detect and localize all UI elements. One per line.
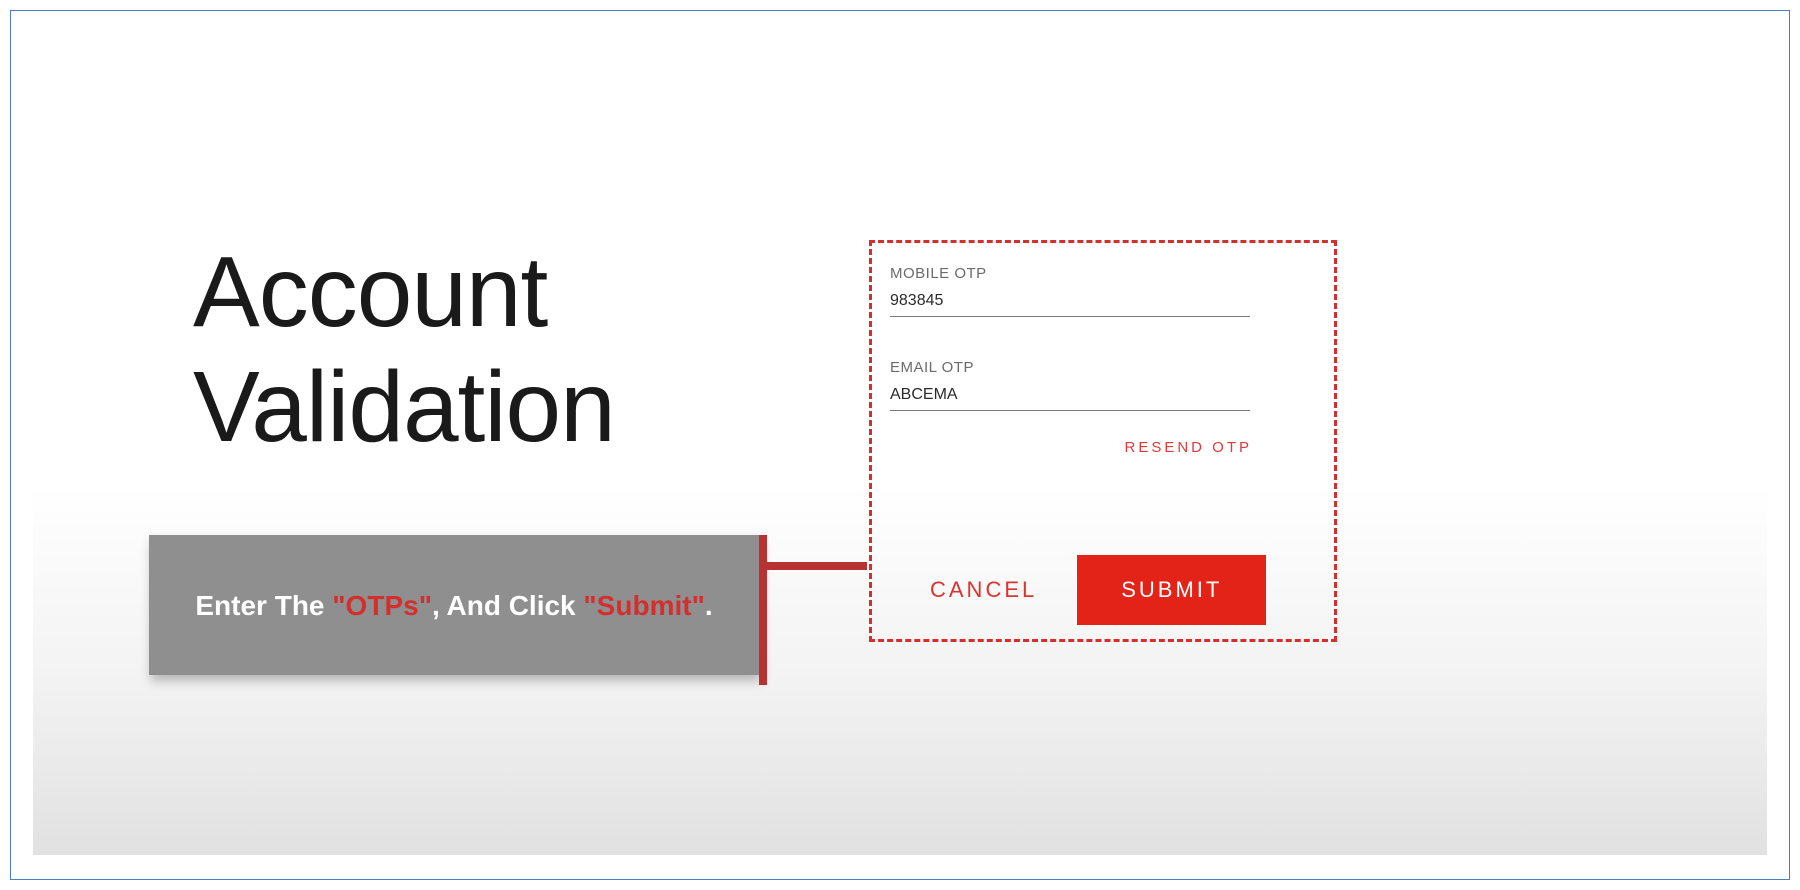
- mobile-otp-field: MOBILE OTP: [890, 265, 1316, 317]
- instruction-text: Enter The "OTPs", And Click "Submit".: [195, 588, 712, 623]
- instruction-pre: Enter The: [195, 590, 332, 621]
- stage: AccountValidation Enter The "OTPs", And …: [33, 35, 1767, 855]
- button-row: CANCEL SUBMIT: [890, 555, 1316, 625]
- instruction-highlight-otps: "OTPs": [332, 590, 432, 621]
- mobile-otp-label: MOBILE OTP: [890, 265, 1316, 282]
- mobile-otp-input[interactable]: [890, 288, 1250, 317]
- otp-panel: MOBILE OTP EMAIL OTP RESEND OTP CANCEL S…: [869, 240, 1337, 642]
- email-otp-input[interactable]: [890, 382, 1250, 411]
- outer-frame: AccountValidation Enter The "OTPs", And …: [10, 10, 1790, 880]
- page-title: AccountValidation: [193, 235, 615, 465]
- email-otp-field: EMAIL OTP: [890, 359, 1316, 411]
- callout-connector-vertical: [759, 535, 767, 685]
- resend-row: RESEND OTP: [890, 439, 1252, 457]
- resend-otp-link[interactable]: RESEND OTP: [1124, 439, 1252, 456]
- cancel-button[interactable]: CANCEL: [930, 577, 1037, 603]
- submit-button[interactable]: SUBMIT: [1077, 555, 1266, 625]
- instruction-callout: Enter The "OTPs", And Click "Submit".: [149, 535, 759, 675]
- instruction-mid: , And Click: [432, 590, 583, 621]
- callout-connector-horizontal: [767, 562, 867, 570]
- instruction-highlight-submit: "Submit": [583, 590, 704, 621]
- instruction-post: .: [705, 590, 713, 621]
- email-otp-label: EMAIL OTP: [890, 359, 1316, 376]
